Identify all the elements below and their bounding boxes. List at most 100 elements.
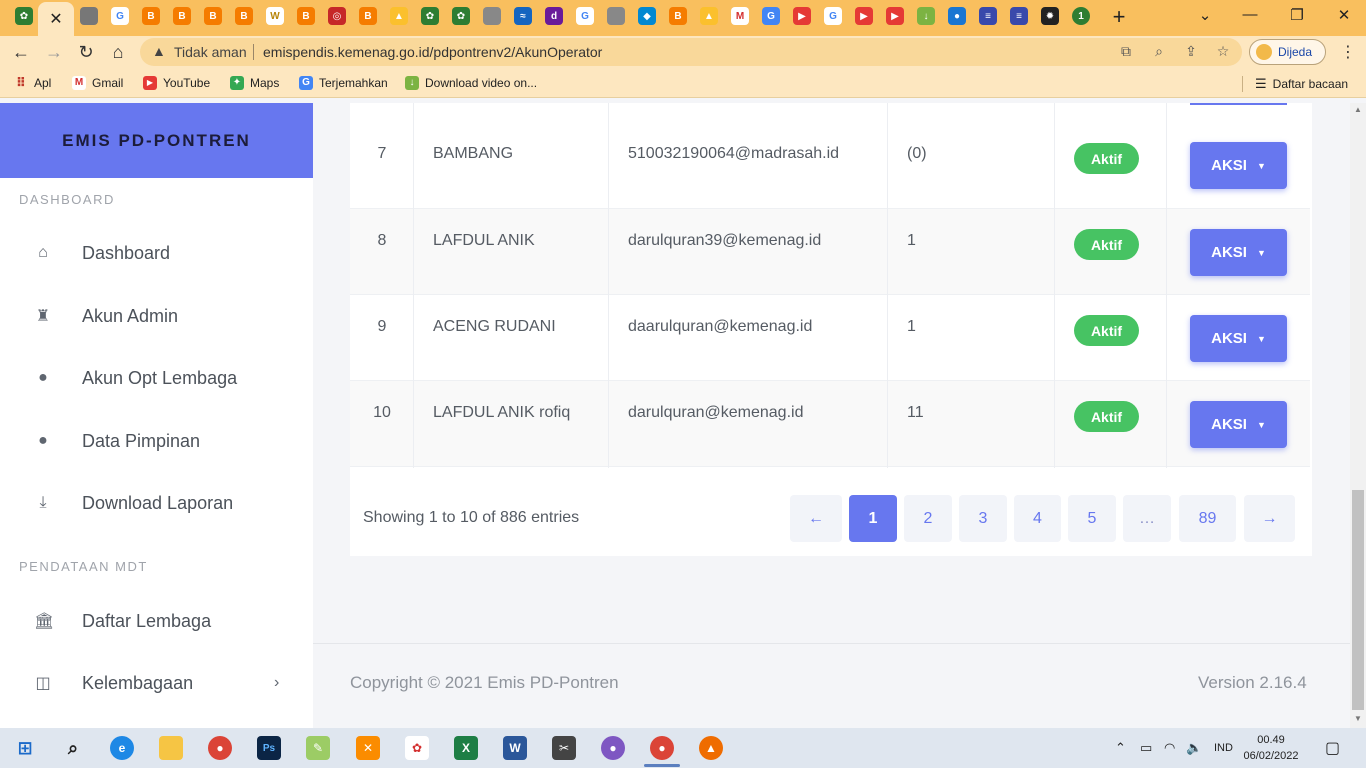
volume-icon[interactable]: 🔈 bbox=[1186, 740, 1202, 756]
reading-list-button[interactable]: ☰ Daftar bacaan bbox=[1255, 76, 1348, 92]
photoshop-icon[interactable]: Ps bbox=[257, 736, 281, 760]
aksi-dropdown-button[interactable]: AKSI ▼ bbox=[1190, 315, 1287, 362]
sidebar-item-kelembagaan[interactable]: ◫ Kelembagaan › bbox=[0, 661, 313, 705]
notification-icon[interactable]: ▢ bbox=[1325, 738, 1340, 758]
app-icon[interactable]: ✿ bbox=[405, 736, 429, 760]
tab-favicon[interactable] bbox=[607, 7, 625, 25]
sidebar-item-data-pimpinan[interactable]: ● Data Pimpinan bbox=[0, 419, 313, 463]
reload-icon[interactable]: ↻ bbox=[74, 40, 98, 64]
tab-favicon[interactable]: ↓ bbox=[917, 7, 935, 25]
tab-favicon-youtube[interactable]: ▶ bbox=[793, 7, 811, 25]
excel-icon[interactable]: X bbox=[454, 736, 478, 760]
bookmark-star-icon[interactable]: ☆ bbox=[1214, 43, 1232, 60]
tab-favicon-google[interactable]: G bbox=[111, 7, 129, 25]
file-explorer-icon[interactable] bbox=[159, 736, 183, 760]
tray-chevron-up-icon[interactable]: ⌃ bbox=[1115, 740, 1126, 756]
edge-icon[interactable]: e bbox=[110, 736, 134, 760]
tab-favicon-google[interactable]: G bbox=[576, 7, 594, 25]
tab-favicon-blogger[interactable]: B bbox=[142, 7, 160, 25]
language-indicator[interactable]: IND bbox=[1214, 742, 1233, 754]
wifi-icon[interactable]: ◠ bbox=[1164, 740, 1175, 756]
tab-favicon[interactable]: ≡ bbox=[979, 7, 997, 25]
app-icon[interactable]: ▲ bbox=[699, 736, 723, 760]
warning-icon[interactable]: ▲ bbox=[152, 43, 166, 59]
tab-favicon-translate[interactable]: G bbox=[762, 7, 780, 25]
chrome-profile-icon[interactable]: ● bbox=[650, 736, 674, 760]
aksi-dropdown-button[interactable]: AKSI ▼ bbox=[1190, 401, 1287, 448]
sidebar-item-akun-admin[interactable]: ♜ Akun Admin bbox=[0, 294, 313, 338]
tab-search-icon[interactable]: ⌄ bbox=[1195, 6, 1215, 24]
zoom-icon[interactable]: ⌕ bbox=[1150, 43, 1168, 60]
tab-favicon-drive[interactable]: ▲ bbox=[700, 7, 718, 25]
system-clock[interactable]: 00.49 06/02/2022 bbox=[1243, 732, 1299, 764]
active-tab[interactable]: ✕ bbox=[38, 2, 74, 36]
pagination-page-1[interactable]: 1 bbox=[849, 495, 897, 542]
tab-favicon-emis[interactable]: ✿ bbox=[452, 7, 470, 25]
aksi-dropdown-button[interactable]: AKSI ▼ bbox=[1190, 142, 1287, 189]
bookmark-youtube[interactable]: ▶ YouTube bbox=[143, 76, 210, 90]
tab-favicon-blogger[interactable]: B bbox=[297, 7, 315, 25]
tab-close-icon[interactable]: ✕ bbox=[49, 9, 62, 29]
sidebar-item-akun-opt-lembaga[interactable]: ● Akun Opt Lembaga bbox=[0, 356, 313, 400]
tab-favicon-blogger[interactable]: B bbox=[669, 7, 687, 25]
pagination-page-5[interactable]: 5 bbox=[1068, 495, 1116, 542]
tab-favicon[interactable]: ◆ bbox=[638, 7, 656, 25]
tab-favicon[interactable]: W bbox=[266, 7, 284, 25]
tab-favicon[interactable] bbox=[483, 7, 501, 25]
tab-favicon[interactable]: ≈ bbox=[514, 7, 532, 25]
tab-favicon-settings[interactable]: ✹ bbox=[1041, 7, 1059, 25]
tab-favicon-blogger[interactable]: B bbox=[235, 7, 253, 25]
pagination-page-2[interactable]: 2 bbox=[904, 495, 952, 542]
translate-icon[interactable]: ⧉ bbox=[1117, 43, 1135, 60]
back-icon[interactable]: ← bbox=[9, 40, 33, 64]
chrome-icon[interactable]: ● bbox=[208, 736, 232, 760]
tab-favicon-blogger[interactable]: B bbox=[204, 7, 222, 25]
tab-favicon-blogger[interactable]: B bbox=[359, 7, 377, 25]
bookmark-gmail[interactable]: M Gmail bbox=[72, 76, 123, 90]
pagination-next[interactable]: → bbox=[1244, 495, 1295, 542]
windows-start-icon[interactable]: ⊞ bbox=[13, 736, 37, 760]
search-icon[interactable]: ⌕ bbox=[61, 736, 85, 760]
browser-menu-icon[interactable]: ⋮ bbox=[1340, 42, 1356, 62]
tab-favicon-gmail[interactable]: M bbox=[731, 7, 749, 25]
tab-favicon-youtube[interactable]: ▶ bbox=[886, 7, 904, 25]
bookmark-translate[interactable]: G Terjemahkan bbox=[299, 76, 388, 90]
app-icon[interactable]: ● bbox=[601, 736, 625, 760]
word-icon[interactable]: W bbox=[503, 736, 527, 760]
tab-favicon[interactable] bbox=[80, 7, 98, 25]
share-icon[interactable]: ⇪ bbox=[1182, 43, 1200, 60]
bookmark-apps[interactable]: ⠿ Apl bbox=[14, 76, 51, 91]
forward-icon[interactable]: → bbox=[42, 40, 66, 64]
tab-favicon-youtube[interactable]: ▶ bbox=[855, 7, 873, 25]
sidebar-item-download-laporan[interactable]: ⤓ Download Laporan bbox=[0, 481, 313, 525]
pagination-page-3[interactable]: 3 bbox=[959, 495, 1007, 542]
minimize-icon[interactable]: — bbox=[1240, 6, 1260, 23]
scroll-down-icon[interactable]: ▼ bbox=[1352, 714, 1364, 723]
battery-icon[interactable]: ▭ bbox=[1140, 740, 1152, 756]
pagination-prev[interactable]: ← bbox=[790, 495, 842, 542]
tab-favicon[interactable]: ≡ bbox=[1010, 7, 1028, 25]
bookmark-maps[interactable]: ✦ Maps bbox=[230, 76, 279, 90]
tab-favicon-drive[interactable]: ▲ bbox=[390, 7, 408, 25]
tab-favicon[interactable]: 1 bbox=[1072, 7, 1090, 25]
security-status[interactable]: Tidak aman bbox=[174, 44, 247, 60]
app-icon[interactable]: ✂ bbox=[552, 736, 576, 760]
tab-favicon[interactable]: ● bbox=[948, 7, 966, 25]
sidebar-item-daftar-lembaga[interactable]: 🏛 Daftar Lembaga bbox=[0, 599, 313, 643]
scrollbar-thumb[interactable] bbox=[1352, 490, 1364, 710]
bookmark-download-video[interactable]: ↓ Download video on... bbox=[405, 76, 537, 90]
pagination-page-4[interactable]: 4 bbox=[1014, 495, 1061, 542]
new-tab-button[interactable]: + bbox=[1110, 4, 1128, 30]
pagination-page-89[interactable]: 89 bbox=[1179, 495, 1236, 542]
aksi-button-partial[interactable] bbox=[1190, 103, 1287, 105]
url-text[interactable]: emispendis.kemenag.go.id/pdpontrenv2/Aku… bbox=[263, 44, 602, 60]
profile-button[interactable]: Dijeda bbox=[1249, 39, 1326, 65]
scroll-up-icon[interactable]: ▲ bbox=[1352, 105, 1364, 114]
close-window-icon[interactable]: ✕ bbox=[1334, 6, 1354, 24]
tab-favicon[interactable]: d bbox=[545, 7, 563, 25]
sidebar-item-dashboard[interactable]: ⌂ Dashboard bbox=[0, 231, 313, 275]
home-icon[interactable]: ⌂ bbox=[106, 40, 130, 64]
maximize-icon[interactable]: ❐ bbox=[1287, 6, 1307, 24]
tab-favicon-emis[interactable]: ✿ bbox=[421, 7, 439, 25]
tab-favicon-google[interactable]: G bbox=[824, 7, 842, 25]
